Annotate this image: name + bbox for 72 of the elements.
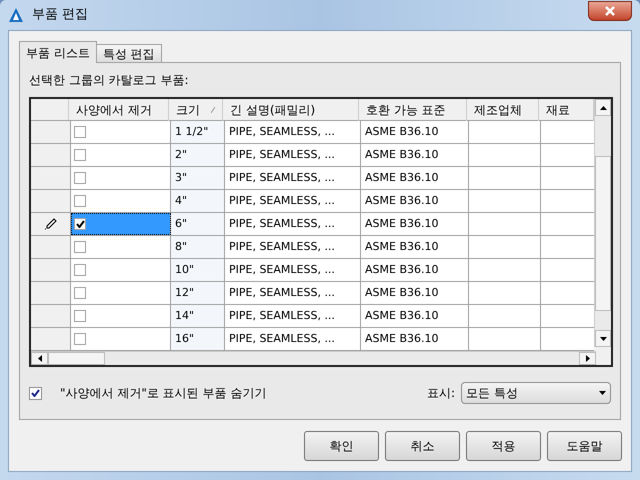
scroll-up-button[interactable] bbox=[595, 99, 611, 116]
dialog-button[interactable]: 취소 bbox=[385, 431, 460, 461]
table-cell: 6" bbox=[171, 213, 225, 235]
dialog-button[interactable]: 확인 bbox=[304, 431, 379, 461]
table-cell: 10" bbox=[171, 259, 225, 281]
checkbox[interactable] bbox=[74, 218, 86, 230]
sort-indicator-icon bbox=[211, 107, 216, 113]
table-cell: ASME B36.10 bbox=[361, 144, 469, 166]
table-cell: 3" bbox=[171, 167, 225, 189]
up-arrow-icon bbox=[600, 106, 607, 110]
display-dropdown[interactable]: 모든 특성 bbox=[461, 382, 611, 404]
dialog-button[interactable]: 적용 bbox=[466, 431, 541, 461]
table-cell: PIPE, SEAMLESS, ... bbox=[225, 144, 361, 166]
table-cell: 2" bbox=[171, 144, 225, 166]
table-cell: PIPE, SEAMLESS, ... bbox=[225, 328, 361, 350]
checkbox[interactable] bbox=[74, 264, 86, 276]
table-cell: ASME B36.10 bbox=[361, 213, 469, 235]
table-cell: PIPE, SEAMLESS, ... bbox=[225, 167, 361, 189]
table-cell: PIPE, SEAMLESS, ... bbox=[225, 121, 361, 143]
scroll-thumb[interactable] bbox=[48, 352, 105, 365]
table-cell: 8" bbox=[171, 236, 225, 258]
table-cell: 14" bbox=[171, 305, 225, 327]
close-button[interactable] bbox=[588, 1, 632, 21]
table-cell: PIPE, SEAMLESS, ... bbox=[225, 282, 361, 304]
close-icon bbox=[605, 6, 615, 16]
table-cell: 4" bbox=[171, 190, 225, 212]
table-cell: ASME B36.10 bbox=[361, 328, 469, 350]
table-cell: 16" bbox=[171, 328, 225, 350]
table-cell: ASME B36.10 bbox=[361, 167, 469, 189]
table-cell: PIPE, SEAMLESS, ... bbox=[225, 305, 361, 327]
table-cell: PIPE, SEAMLESS, ... bbox=[225, 213, 361, 235]
table-cell: ASME B36.10 bbox=[361, 282, 469, 304]
checkbox[interactable] bbox=[74, 149, 86, 161]
checkbox[interactable] bbox=[74, 241, 86, 253]
table-cell: ASME B36.10 bbox=[361, 305, 469, 327]
table-cell: 1 1/2" bbox=[171, 121, 225, 143]
table-cell: PIPE, SEAMLESS, ... bbox=[225, 190, 361, 212]
horizontal-scrollbar[interactable] bbox=[31, 351, 596, 365]
checkbox[interactable] bbox=[74, 195, 86, 207]
window-title: 부품 편집 bbox=[32, 6, 88, 24]
vertical-scrollbar[interactable] bbox=[594, 99, 611, 347]
scroll-left-button[interactable] bbox=[31, 352, 48, 365]
right-arrow-icon bbox=[586, 355, 590, 362]
table-cell: ASME B36.10 bbox=[361, 236, 469, 258]
checkbox-label: "사양에서 제거"로 표시된 부품 숨기기 bbox=[60, 385, 266, 402]
app-logo-icon bbox=[8, 7, 24, 23]
checkbox[interactable] bbox=[74, 172, 86, 184]
table-cell: ASME B36.10 bbox=[361, 259, 469, 281]
down-arrow-icon bbox=[600, 336, 607, 340]
checkbox[interactable] bbox=[74, 287, 86, 299]
tab[interactable]: 부품 리스트 bbox=[19, 41, 97, 63]
display-label: 표시: bbox=[426, 385, 455, 402]
left-arrow-icon bbox=[38, 355, 42, 362]
checkbox[interactable] bbox=[74, 310, 86, 322]
table-cell: PIPE, SEAMLESS, ... bbox=[225, 259, 361, 281]
table-cell: ASME B36.10 bbox=[361, 190, 469, 212]
checkmark-icon bbox=[31, 389, 40, 397]
table-cell: 12" bbox=[171, 282, 225, 304]
dialog-button[interactable]: 도움말 bbox=[547, 431, 622, 461]
caption-label: 선택한 그룹의 카탈로그 부품: bbox=[29, 72, 190, 89]
tab[interactable]: 특성 편집 bbox=[96, 44, 162, 63]
scroll-down-button[interactable] bbox=[595, 330, 611, 347]
dropdown-arrow-icon bbox=[599, 391, 606, 395]
checkbox[interactable] bbox=[29, 386, 42, 400]
scroll-right-button[interactable] bbox=[579, 352, 596, 365]
pencil-icon bbox=[44, 218, 56, 230]
table-cell: PIPE, SEAMLESS, ... bbox=[225, 236, 361, 258]
checkmark-icon bbox=[76, 220, 84, 228]
table-cell: ASME B36.10 bbox=[361, 121, 469, 143]
checkbox[interactable] bbox=[74, 126, 86, 138]
checkbox[interactable] bbox=[74, 333, 86, 345]
scroll-thumb[interactable] bbox=[595, 156, 611, 311]
